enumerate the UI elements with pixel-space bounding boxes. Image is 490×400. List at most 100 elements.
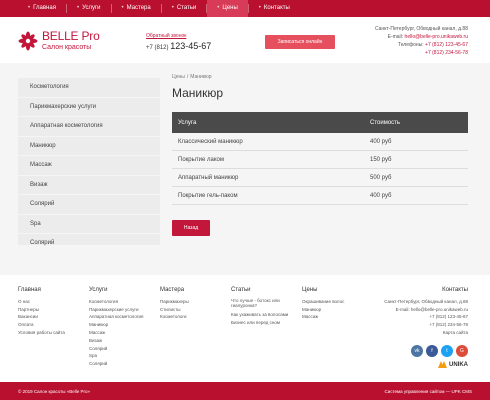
nav-item-prices[interactable]: • Цены	[207, 0, 248, 17]
footer-link[interactable]: Солярий	[89, 345, 143, 353]
header-phone-1[interactable]: +7 (812) 123-45-67	[425, 42, 468, 48]
unika-brand[interactable]: UNIKA	[438, 361, 468, 368]
phones-label: Телефоны:	[397, 42, 424, 48]
header-phone[interactable]: +7 (812) 123-45-67	[146, 41, 211, 51]
footer-col-home: Главная О нас Партнеры Вакансии Оплата У…	[18, 287, 65, 337]
footer-link[interactable]: О нас	[18, 298, 65, 306]
bullet-icon: •	[28, 5, 31, 11]
footer-link[interactable]: Парикмахерские услуги	[89, 306, 143, 314]
footer-link[interactable]: Что лучше - ботокс или гиалуронка?	[231, 298, 291, 309]
logo[interactable]: BELLE Pro Салон красоты	[18, 30, 100, 52]
nav-item-contacts[interactable]: • Контакты	[249, 0, 300, 17]
footer-col-services: Услуги Косметология Парикмахерские услуг…	[89, 287, 143, 368]
sitemap-link[interactable]: Карта сайта	[384, 329, 468, 337]
flower-logo-icon	[18, 31, 38, 51]
sidebar-item-massage[interactable]: Массаж	[18, 156, 160, 176]
footer-phone-2[interactable]: +7 (812) 234-56-78	[384, 321, 468, 329]
footer-link[interactable]: Как ухаживать за волосами	[231, 311, 291, 319]
sidebar: Косметология Парикмахерские услуги Аппар…	[18, 78, 160, 246]
footer-link[interactable]: Вакансии	[18, 313, 65, 321]
nav-item-services[interactable]: • Услуги	[67, 0, 111, 17]
footer-link[interactable]: Условия работы сайта	[18, 329, 65, 337]
sidebar-item-hardware-cosmetology[interactable]: Аппаратная косметология	[18, 117, 160, 137]
footer-link[interactable]: Маникюр	[89, 321, 143, 329]
bullet-icon: •	[171, 5, 174, 11]
footer-col-heading[interactable]: Статьи	[231, 287, 291, 295]
footer-link[interactable]: Маникюр	[302, 306, 344, 314]
footer-link[interactable]: Солярий	[89, 360, 143, 368]
header-email[interactable]: hello@belle-pro.unikaweb.ru	[405, 34, 468, 40]
sidebar-item-hair[interactable]: Парикмахерские услуги	[18, 98, 160, 117]
nav-item-articles[interactable]: • Статьи	[162, 0, 207, 17]
price-cell: 400 руб	[370, 138, 392, 145]
footer-col-heading[interactable]: Услуги	[89, 287, 143, 295]
footer-address: Санкт-Петербург, Обводный канал, д.88	[384, 298, 468, 304]
footer-link[interactable]: Визаж	[89, 337, 143, 345]
nav-item-home[interactable]: • Главная	[18, 0, 66, 17]
column-header-service: Услуга	[178, 119, 197, 126]
copyright: © 2019 Салон красоты «Belle Pro»	[18, 388, 91, 394]
footer-col-prices: Цены Окрашивание волос Маникюр Массаж	[302, 287, 344, 321]
sidebar-item-solarium-2[interactable]: Солярий	[18, 234, 160, 254]
sidebar-item-solarium[interactable]: Солярий	[18, 195, 160, 215]
footer: Главная О нас Партнеры Вакансии Оплата У…	[0, 275, 490, 382]
breadcrumb: Цены / Маникюр	[172, 74, 468, 80]
cms-credit[interactable]: Система управления сайтом — UPK CMS	[384, 389, 472, 394]
footer-link[interactable]: Аппаратная косметология	[89, 313, 143, 321]
sidebar-item-spa[interactable]: Spa	[18, 215, 160, 234]
service-cell: Покрытие гель-паком	[178, 192, 238, 199]
sidebar-item-manicure[interactable]: Маникюр	[18, 137, 160, 156]
price-cell: 400 руб	[370, 192, 392, 199]
content: Цены / Маникюр Маникюр Услуга Стоимость Кл…	[172, 70, 468, 270]
table-header: Услуга Стоимость	[172, 112, 468, 133]
bullet-icon: •	[217, 5, 220, 11]
top-navigation: • Главная • Услуги • Мастера • Статьи • Цены …	[0, 0, 490, 17]
vk-icon[interactable]: vk	[411, 345, 423, 357]
facebook-icon[interactable]: f	[426, 345, 438, 357]
logo-name: BELLE Pro	[42, 29, 100, 43]
header-address: Санкт-Петербург, Обводный канал, д.88	[374, 26, 468, 32]
price-cell: 150 руб	[370, 156, 392, 163]
email-label: E-mail:	[387, 34, 404, 40]
book-online-button[interactable]: Записаться онлайн	[265, 35, 335, 49]
footer-phone-1[interactable]: +7 (812) 123-45-67	[384, 313, 468, 321]
table-row: Покрытие гель-паком 400 руб	[172, 187, 468, 205]
footer-col-heading[interactable]: Мастера	[160, 287, 189, 295]
footer-link[interactable]: Окрашивание волос	[302, 298, 344, 306]
footer-col-heading[interactable]: Цены	[302, 287, 344, 295]
footer-col-heading[interactable]: Главная	[18, 287, 65, 295]
service-cell: Покрытие лаком	[178, 156, 225, 163]
nav-item-masters[interactable]: • Мастера	[112, 0, 161, 17]
footer-link[interactable]: Стилисты	[160, 306, 189, 314]
footer-link[interactable]: Массаж	[89, 329, 143, 337]
breadcrumb-link-prices[interactable]: Цены	[172, 74, 185, 80]
footer-link[interactable]: Бизнес или перед сном	[231, 319, 291, 327]
footer-col-heading[interactable]: Контакты	[384, 287, 468, 295]
footer-link[interactable]: Оплата	[18, 321, 65, 329]
unika-logo-icon	[438, 361, 447, 368]
bullet-icon: •	[76, 5, 80, 11]
footer-link[interactable]: Косметология	[89, 298, 143, 306]
table-row: Классический маникюр 400 руб	[172, 133, 468, 151]
footer-link[interactable]: Парикмахеры	[160, 298, 189, 306]
price-cell: 500 руб	[370, 174, 392, 181]
twitter-icon[interactable]: t	[441, 345, 453, 357]
footer-link[interactable]: Spa	[89, 352, 143, 360]
back-button[interactable]: Назад	[172, 220, 210, 236]
footer-link[interactable]: Косметологи	[160, 313, 189, 321]
header-phone-2[interactable]: +7 (812) 234-56-78	[375, 49, 468, 57]
footer-col-articles: Статьи Что лучше - ботокс или гиалуронка…	[231, 287, 291, 326]
footer-link[interactable]: Партнеры	[18, 306, 65, 314]
site-header: BELLE Pro Салон красоты Обратный звонок …	[0, 17, 490, 63]
callback-link[interactable]: Обратный звонок	[146, 33, 186, 39]
nav-item-label: Статьи	[176, 5, 197, 11]
google-icon[interactable]: G	[456, 345, 468, 357]
sidebar-item-makeup[interactable]: Визаж	[18, 176, 160, 195]
footer-link[interactable]: Массаж	[302, 313, 344, 321]
nav-item-label: Главная	[33, 5, 56, 11]
page-title: Маникюр	[172, 86, 224, 100]
service-cell: Аппаратный маникюр	[178, 174, 239, 181]
bullet-icon: •	[258, 5, 261, 11]
footer-email[interactable]: E-mail: hello@belle-pro.unikaweb.ru	[384, 306, 468, 314]
sidebar-item-cosmetology[interactable]: Косметология	[18, 78, 160, 98]
